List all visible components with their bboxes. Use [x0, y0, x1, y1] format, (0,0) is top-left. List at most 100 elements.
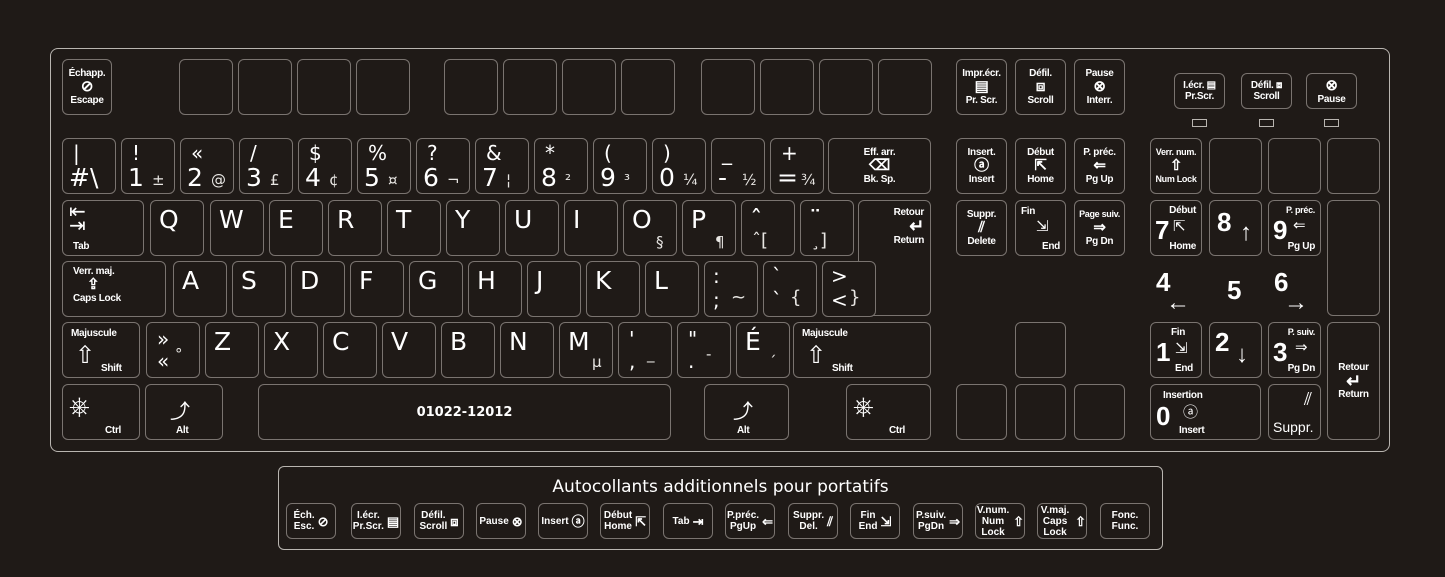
- letter-key[interactable]: ¨ ¸]: [800, 200, 854, 256]
- letter-key[interactable]: U: [505, 200, 559, 256]
- letter-key[interactable]: B: [441, 322, 495, 378]
- left-shift-key[interactable]: Majuscule ⇧ Shift: [62, 322, 140, 378]
- indicator-scroll-key[interactable]: Défil. ⧈ Scroll: [1241, 73, 1292, 109]
- pause-key[interactable]: Pause ⊗ Interr.: [1074, 59, 1125, 115]
- letter-key[interactable]: É ´: [736, 322, 790, 378]
- page-up-key[interactable]: P. préc. ⇐ Pg Up: [1074, 138, 1125, 194]
- letter-key[interactable]: I: [564, 200, 618, 256]
- numpad-minus-key[interactable]: [1327, 138, 1380, 194]
- numpad-divide-key[interactable]: [1209, 138, 1262, 194]
- number-row-key[interactable]: (9 ³: [593, 138, 647, 194]
- numpad-dot-key[interactable]: ⫽ Suppr.: [1268, 384, 1321, 440]
- f12-key[interactable]: [878, 59, 932, 115]
- f8-key[interactable]: [621, 59, 675, 115]
- number-row-key[interactable]: ? 6 ¬: [416, 138, 470, 194]
- letter-key[interactable]: K: [586, 261, 640, 317]
- letter-key[interactable]: R: [328, 200, 382, 256]
- f10-key[interactable]: [760, 59, 814, 115]
- f1-key[interactable]: [179, 59, 233, 115]
- letter-key[interactable]: ˆ ˆ[: [741, 200, 795, 256]
- letter-key[interactable]: H: [468, 261, 522, 317]
- delete-key[interactable]: Suppr. ⫽ Delete: [956, 200, 1007, 256]
- letter-key[interactable]: J: [527, 261, 581, 317]
- letter-key[interactable]: F: [350, 261, 404, 317]
- number-row-key[interactable]: | #\: [62, 138, 116, 194]
- laptop-sticker[interactable]: I.écr. Pr.Scr. ▤: [351, 503, 401, 539]
- numpad-9-key[interactable]: 9 P. préc. ⇐ Pg Up: [1268, 200, 1321, 256]
- number-row-key[interactable]: & 7 ¦: [475, 138, 529, 194]
- f5-key[interactable]: [444, 59, 498, 115]
- number-row-key[interactable]: % 5 ¤: [357, 138, 411, 194]
- letter-key[interactable]: S: [232, 261, 286, 317]
- scroll-lock-key[interactable]: Défil. ⧈ Scroll: [1015, 59, 1066, 115]
- letter-key[interactable]: ` ` {: [763, 261, 817, 317]
- letter-key[interactable]: C: [323, 322, 377, 378]
- letter-key[interactable]: O §: [623, 200, 677, 256]
- letter-key[interactable]: > <}: [822, 261, 876, 317]
- letter-key[interactable]: :; ~: [704, 261, 758, 317]
- letter-key[interactable]: T: [387, 200, 441, 256]
- letter-key[interactable]: Z: [205, 322, 259, 378]
- laptop-sticker[interactable]: Fin End ⇲: [850, 503, 900, 539]
- letter-key[interactable]: D: [291, 261, 345, 317]
- arrow-down-key[interactable]: [1015, 384, 1066, 440]
- f7-key[interactable]: [562, 59, 616, 115]
- numpad-plus-key[interactable]: [1327, 200, 1380, 316]
- letter-key[interactable]: E: [269, 200, 323, 256]
- numpad-enter-key[interactable]: Retour ↵ Return: [1327, 322, 1380, 440]
- numpad-multiply-key[interactable]: [1268, 138, 1321, 194]
- letter-key[interactable]: W: [210, 200, 264, 256]
- numpad-7-key[interactable]: 7 Début ⇱ Home: [1150, 200, 1202, 256]
- number-row-key[interactable]: $4 ¢: [298, 138, 352, 194]
- left-alt-key[interactable]: ⤴ Alt: [145, 384, 223, 440]
- arrow-right-key[interactable]: [1074, 384, 1125, 440]
- numpad-4-key[interactable]: 4 ←: [1150, 261, 1202, 317]
- tab-key[interactable]: ⇤ ⇥ Tab: [62, 200, 144, 256]
- laptop-sticker[interactable]: Éch. Esc. ⊘: [286, 503, 336, 539]
- laptop-sticker[interactable]: Défil. Scroll ⧈: [414, 503, 464, 539]
- arrow-up-key[interactable]: [1015, 322, 1066, 378]
- letter-key[interactable]: V: [382, 322, 436, 378]
- letter-key[interactable]: ". -: [677, 322, 731, 378]
- num-lock-key[interactable]: Verr. num. ⇧ Num Lock: [1150, 138, 1202, 194]
- numpad-5-key[interactable]: 5: [1209, 261, 1262, 317]
- letter-key[interactable]: A: [173, 261, 227, 317]
- number-row-key[interactable]: ! 1 ±: [121, 138, 175, 194]
- arrow-left-key[interactable]: [956, 384, 1007, 440]
- number-row-key[interactable]: * 8 ²: [534, 138, 588, 194]
- numpad-8-key[interactable]: 8 ↑: [1209, 200, 1262, 256]
- laptop-sticker[interactable]: V.num. Num Lock ⇧: [975, 503, 1025, 539]
- numpad-6-key[interactable]: 6 →: [1268, 261, 1321, 317]
- f9-key[interactable]: [701, 59, 755, 115]
- f3-key[interactable]: [297, 59, 351, 115]
- letter-key[interactable]: N: [500, 322, 554, 378]
- letter-key[interactable]: Q: [150, 200, 204, 256]
- numpad-0-key[interactable]: Insertion 0 ⓐ Insert: [1150, 384, 1261, 440]
- number-row-key[interactable]: ) 0 ¼: [652, 138, 706, 194]
- numpad-3-key[interactable]: 3 P. suiv. ⇒ Pg Dn: [1268, 322, 1321, 378]
- f6-key[interactable]: [503, 59, 557, 115]
- laptop-sticker[interactable]: Début Home ⇱: [600, 503, 650, 539]
- backspace-key[interactable]: Eff. arr. ⌫ Bk. Sp.: [828, 138, 931, 194]
- letter-key[interactable]: P ¶: [682, 200, 736, 256]
- right-alt-key[interactable]: ⤴ Alt: [704, 384, 789, 440]
- f2-key[interactable]: [238, 59, 292, 115]
- indicator-print-screen-key[interactable]: I.écr. ▤ Pr.Scr.: [1174, 73, 1225, 109]
- number-row-key[interactable]: /3 £: [239, 138, 293, 194]
- letter-key[interactable]: Y: [446, 200, 500, 256]
- f4-key[interactable]: [356, 59, 410, 115]
- laptop-sticker[interactable]: V.maj. Caps Lock ⇧: [1037, 503, 1087, 539]
- caps-lock-key[interactable]: Verr. maj. ⇪ Caps Lock: [62, 261, 166, 317]
- number-row-key[interactable]: «2 @: [180, 138, 234, 194]
- right-ctrl-key[interactable]: ⎈ Ctrl: [846, 384, 931, 440]
- insert-key[interactable]: Insert. ⓐ Insert: [956, 138, 1007, 194]
- laptop-sticker[interactable]: Insert ⓐ: [538, 503, 588, 539]
- f11-key[interactable]: [819, 59, 873, 115]
- laptop-sticker[interactable]: Fonc. Func.: [1100, 503, 1150, 539]
- laptop-sticker[interactable]: P.préc. PgUp ⇐: [725, 503, 775, 539]
- left-ctrl-key[interactable]: ⎈ Ctrl: [62, 384, 140, 440]
- laptop-sticker[interactable]: Suppr. Del. ⫽: [788, 503, 838, 539]
- end-key[interactable]: Fin ⇲ End: [1015, 200, 1066, 256]
- space-key[interactable]: 01022-12012: [258, 384, 671, 440]
- letter-key[interactable]: L: [645, 261, 699, 317]
